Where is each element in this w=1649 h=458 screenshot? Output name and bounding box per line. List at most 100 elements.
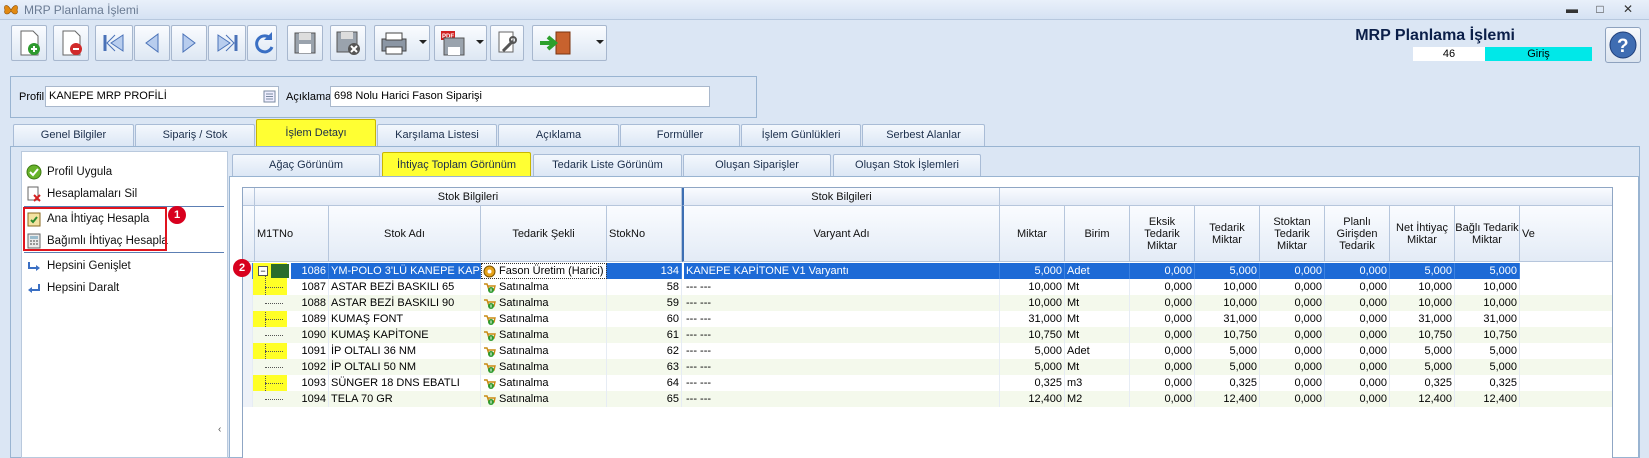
cell-bagli-tedarik[interactable]: 5,000 bbox=[1455, 263, 1520, 279]
cell-miktar[interactable]: 10,750 bbox=[1000, 327, 1065, 343]
cell-planli-giris[interactable]: 0,000 bbox=[1325, 263, 1390, 279]
row-indicator[interactable] bbox=[243, 279, 253, 295]
cell-stoktan-tedarik[interactable]: 0,000 bbox=[1260, 279, 1325, 295]
lookup-icon[interactable] bbox=[263, 90, 276, 103]
cell-net-ihtiyac[interactable]: 5,000 bbox=[1390, 343, 1455, 359]
column-header-bagli-tedarik[interactable]: Bağlı Tedarik Miktar bbox=[1455, 206, 1520, 262]
tab-aciklama[interactable]: Açıklama bbox=[498, 124, 619, 146]
table-row[interactable]: 1087 ASTAR BEZİ BASKILI 65 Satınalma 58 --- … bbox=[243, 279, 1612, 295]
table-row[interactable]: 1094 TELA 70 GR Satınalma 65 --- --- 12,400 M2… bbox=[243, 391, 1612, 407]
next-record-button[interactable] bbox=[171, 25, 207, 61]
cell-stokno[interactable]: 62 bbox=[607, 343, 682, 359]
column-header-stoktan-tedarik[interactable]: Stoktan Tedarik Miktar bbox=[1260, 206, 1325, 262]
cell-stoktan-tedarik[interactable]: 0,000 bbox=[1260, 343, 1325, 359]
cell-miktar[interactable]: 0,325 bbox=[1000, 375, 1065, 391]
cell-varyant-adi[interactable]: --- --- bbox=[684, 391, 1000, 407]
help-button[interactable]: ? bbox=[1605, 27, 1641, 63]
cell-m1tno[interactable]: 1087 bbox=[291, 279, 329, 295]
cell-birim[interactable]: Mt bbox=[1065, 279, 1130, 295]
cell-varyant-adi[interactable]: --- --- bbox=[684, 279, 1000, 295]
cell-eksik-tedarik[interactable]: 0,000 bbox=[1130, 263, 1195, 279]
cell-stok-adi[interactable]: İP OLTALI 50 NM bbox=[329, 359, 481, 375]
cell-miktar[interactable]: 5,000 bbox=[1000, 263, 1065, 279]
cell-eksik-tedarik[interactable]: 0,000 bbox=[1130, 375, 1195, 391]
minimize-button[interactable]: ▬ bbox=[1561, 1, 1583, 18]
column-header-stokno[interactable]: StokNo bbox=[607, 206, 682, 262]
last-record-button[interactable] bbox=[208, 25, 246, 61]
cell-planli-giris[interactable]: 0,000 bbox=[1325, 359, 1390, 375]
tab-siparis-stok[interactable]: Sipariş / Stok bbox=[135, 124, 255, 146]
cell-varyant-adi[interactable]: --- --- bbox=[684, 343, 1000, 359]
cell-tedarik-miktar[interactable]: 10,000 bbox=[1195, 295, 1260, 311]
cell-tedarik-miktar[interactable]: 12,400 bbox=[1195, 391, 1260, 407]
cell-birim[interactable]: Adet bbox=[1065, 343, 1130, 359]
cell-planli-giris[interactable]: 0,000 bbox=[1325, 343, 1390, 359]
cell-bagli-tedarik[interactable]: 10,000 bbox=[1455, 295, 1520, 311]
cell-eksik-tedarik[interactable]: 0,000 bbox=[1130, 295, 1195, 311]
cell-stok-adi[interactable]: ASTAR BEZİ BASKILI 90 bbox=[329, 295, 481, 311]
cell-planli-giris[interactable]: 0,000 bbox=[1325, 375, 1390, 391]
cell-planli-giris[interactable]: 0,000 bbox=[1325, 327, 1390, 343]
panel-collapse-icon[interactable]: ‹ bbox=[218, 424, 221, 435]
column-header-stok-adi[interactable]: Stok Adı bbox=[329, 206, 481, 262]
row-indicator[interactable] bbox=[243, 295, 253, 311]
cell-stok-adi[interactable]: ASTAR BEZİ BASKILI 65 bbox=[329, 279, 481, 295]
cell-varyant-adi[interactable]: --- --- bbox=[684, 327, 1000, 343]
cell-tedarik-sekli[interactable]: Satınalma bbox=[481, 343, 607, 359]
save-cancel-button[interactable] bbox=[330, 25, 366, 61]
cell-net-ihtiyac[interactable]: 10,000 bbox=[1390, 279, 1455, 295]
close-button[interactable]: ✕ bbox=[1617, 1, 1639, 18]
profile-field[interactable]: KANEPE MRP PROFİLİ bbox=[45, 86, 279, 107]
cell-miktar[interactable]: 5,000 bbox=[1000, 359, 1065, 375]
maximize-button[interactable]: □ bbox=[1589, 1, 1611, 18]
cell-birim[interactable]: Mt bbox=[1065, 327, 1130, 343]
cell-varyant-adi[interactable]: --- --- bbox=[684, 375, 1000, 391]
previous-record-button[interactable] bbox=[134, 25, 170, 61]
cell-net-ihtiyac[interactable]: 10,000 bbox=[1390, 295, 1455, 311]
table-row[interactable]: 1088 ASTAR BEZİ BASKILI 90 Satınalma 59 --- … bbox=[243, 295, 1612, 311]
cell-stok-adi[interactable]: KUMAŞ FONT bbox=[329, 311, 481, 327]
cell-m1tno[interactable]: 1090 bbox=[291, 327, 329, 343]
table-row[interactable]: − 1086 YM-POLO 3'LÜ KANEPE KAPİTONE Fason Ü… bbox=[243, 263, 1612, 279]
cell-bagli-tedarik[interactable]: 5,000 bbox=[1455, 359, 1520, 375]
cell-tedarik-sekli[interactable]: Satınalma bbox=[481, 311, 607, 327]
refresh-button[interactable] bbox=[247, 25, 277, 61]
cell-stok-adi[interactable]: TELA 70 GR bbox=[329, 391, 481, 407]
save-button[interactable] bbox=[287, 25, 323, 61]
cell-tedarik-miktar[interactable]: 10,000 bbox=[1195, 279, 1260, 295]
cell-stokno[interactable]: 60 bbox=[607, 311, 682, 327]
cell-birim[interactable]: Mt bbox=[1065, 295, 1130, 311]
cell-birim[interactable]: Mt bbox=[1065, 311, 1130, 327]
cell-tedarik-sekli[interactable]: Fason Üretim (Harici) bbox=[481, 263, 607, 279]
subtab-olusan-siparisler[interactable]: Oluşan Siparişler bbox=[683, 154, 831, 176]
column-header-ve[interactable]: Ve bbox=[1520, 206, 1612, 262]
new-record-button[interactable] bbox=[11, 25, 47, 61]
row-indicator[interactable] bbox=[243, 375, 253, 391]
cell-varyant-adi[interactable]: KANEPE KAPİTONE V1 Varyantı bbox=[684, 263, 1000, 279]
cell-planli-giris[interactable]: 0,000 bbox=[1325, 279, 1390, 295]
cell-varyant-adi[interactable]: --- --- bbox=[684, 295, 1000, 311]
cell-tedarik-miktar[interactable]: 5,000 bbox=[1195, 359, 1260, 375]
cell-m1tno[interactable]: 1094 bbox=[291, 391, 329, 407]
cell-stoktan-tedarik[interactable]: 0,000 bbox=[1260, 359, 1325, 375]
cell-m1tno[interactable]: 1089 bbox=[291, 311, 329, 327]
cell-planli-giris[interactable]: 0,000 bbox=[1325, 311, 1390, 327]
row-indicator[interactable] bbox=[243, 391, 253, 407]
description-field[interactable]: 698 Nolu Harici Fason Siparişi bbox=[330, 86, 710, 107]
cell-eksik-tedarik[interactable]: 0,000 bbox=[1130, 343, 1195, 359]
table-row[interactable]: 1093 SÜNGER 18 DNS EBATLI Satınalma 64 --- -… bbox=[243, 375, 1612, 391]
cell-stok-adi[interactable]: SÜNGER 18 DNS EBATLI bbox=[329, 375, 481, 391]
cell-m1tno[interactable]: 1091 bbox=[291, 343, 329, 359]
cell-birim[interactable]: Mt bbox=[1065, 359, 1130, 375]
tools-button[interactable] bbox=[490, 25, 524, 61]
cell-tedarik-sekli[interactable]: Satınalma bbox=[481, 391, 607, 407]
subtab-agac-gorunum[interactable]: Ağaç Görünüm bbox=[232, 154, 380, 176]
cell-stok-adi[interactable]: İP OLTALI 36 NM bbox=[329, 343, 481, 359]
cell-tedarik-sekli[interactable]: Satınalma bbox=[481, 295, 607, 311]
cell-varyant-adi[interactable]: --- --- bbox=[684, 359, 1000, 375]
cell-net-ihtiyac[interactable]: 12,400 bbox=[1390, 391, 1455, 407]
cell-tedarik-miktar[interactable]: 10,750 bbox=[1195, 327, 1260, 343]
tab-karsilama-listesi[interactable]: Karşılama Listesi bbox=[377, 124, 497, 146]
cell-bagli-tedarik[interactable]: 12,400 bbox=[1455, 391, 1520, 407]
column-header-m1tno[interactable]: M1TNo bbox=[255, 206, 329, 262]
